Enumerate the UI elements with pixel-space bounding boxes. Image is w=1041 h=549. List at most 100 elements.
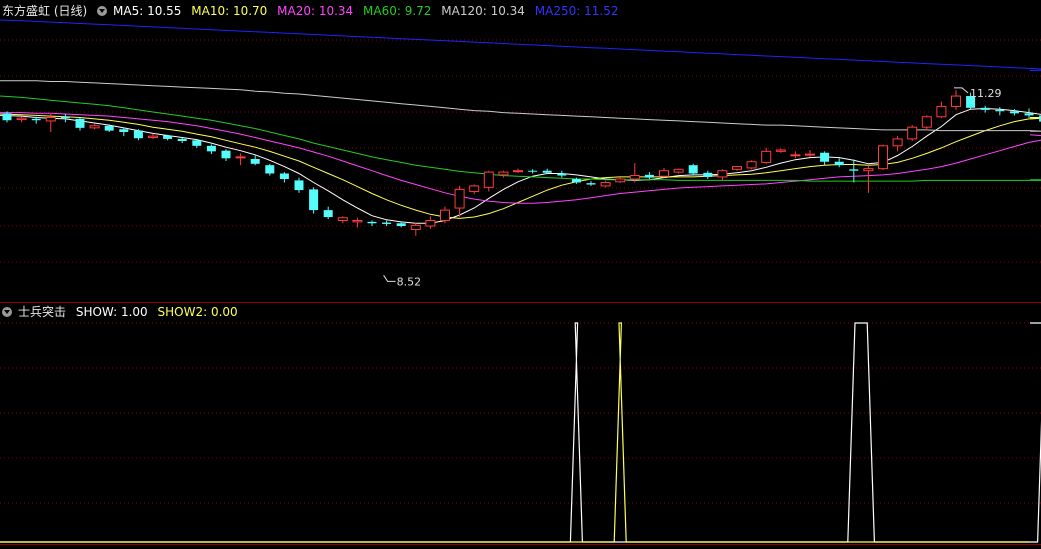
candle [820, 151, 830, 166]
candle [775, 148, 786, 153]
candle-body [907, 126, 918, 140]
candle-body [309, 189, 319, 211]
candle-body [571, 179, 581, 183]
candle-body [951, 95, 961, 107]
candle-body [454, 188, 465, 209]
candle [761, 147, 772, 164]
candle-body [75, 118, 85, 128]
candle [163, 134, 173, 141]
candle [367, 220, 377, 227]
candle [936, 101, 947, 119]
ma250-value: MA250: 11.52 [534, 4, 619, 18]
candle-body [148, 135, 158, 139]
candle-body [119, 129, 129, 132]
candle-body [235, 156, 246, 159]
candle-body [410, 224, 421, 230]
candle-body [834, 161, 844, 166]
candle-body [775, 149, 786, 152]
candle-body [2, 113, 12, 121]
candle [863, 165, 874, 193]
candle [235, 153, 246, 166]
show-line [0, 322, 1041, 543]
candle [294, 177, 304, 193]
candle-body [761, 150, 772, 163]
candle-body [659, 170, 669, 177]
candle-body [746, 161, 757, 169]
candle [483, 170, 494, 192]
indicator-lines [0, 322, 1041, 543]
candle [732, 165, 742, 171]
candle-body [294, 180, 304, 191]
candle [878, 144, 888, 171]
show-value: SHOW: 1.00 [75, 305, 148, 319]
candle-body [790, 154, 801, 157]
candle-body [878, 145, 888, 170]
candle-body [367, 221, 377, 224]
candle [673, 168, 684, 174]
candle [119, 127, 129, 137]
ma120-value: MA120: 10.34 [441, 4, 525, 18]
show2-value: SHOW2: 0.00 [157, 305, 238, 319]
candle [615, 177, 626, 184]
candle-body [717, 170, 728, 178]
indicator-panel-header: 士兵突击 SHOW: 1.00 SHOW2: 0.00 [2, 302, 244, 322]
candle-body [45, 116, 56, 122]
collapse-toggle-icon[interactable] [97, 6, 108, 16]
candle-body [820, 152, 830, 162]
candle-body [936, 105, 947, 118]
candle-body [16, 117, 27, 121]
candle-body [396, 223, 406, 227]
candle [790, 151, 801, 159]
candle-body [352, 219, 363, 223]
stock-title: 东方盛虹 (日线) [2, 4, 88, 18]
candle-body [586, 183, 596, 185]
candle [89, 123, 100, 130]
candle [250, 155, 260, 166]
ma60-value: MA60: 9.72 [363, 4, 432, 18]
candle [60, 114, 70, 123]
candle-body [221, 150, 231, 159]
candle [951, 89, 961, 110]
candle-body [513, 170, 523, 173]
ma5-value: MA5: 10.55 [113, 4, 182, 18]
candle-body [425, 219, 436, 227]
candle [892, 136, 903, 152]
chart-canvas: 11.29 8.52 [0, 19, 1041, 543]
candle [337, 216, 348, 224]
candle [323, 206, 333, 220]
show2-line [0, 322, 1030, 543]
candle-body [732, 166, 742, 170]
candle-body [863, 168, 874, 172]
candle [688, 163, 698, 176]
candle-body [995, 109, 1005, 112]
candle [75, 117, 85, 131]
indicator-name: 士兵突击 [18, 305, 67, 319]
candle-body [104, 125, 114, 131]
candle-body [31, 118, 41, 121]
candle-body [703, 172, 713, 177]
candle-body [615, 178, 626, 183]
candle-body [133, 130, 143, 139]
ma10-value: MA10: 10.70 [191, 4, 268, 18]
candle-body [528, 170, 538, 172]
candle-body [805, 153, 815, 156]
candle [586, 181, 596, 186]
candle-body [644, 174, 654, 178]
candle-body [382, 222, 392, 224]
candle [396, 221, 406, 228]
candle [148, 134, 158, 139]
collapse-toggle-icon[interactable] [2, 307, 12, 317]
candle [410, 222, 421, 236]
candle [921, 115, 932, 131]
candle-body [542, 170, 552, 173]
candle [221, 149, 231, 162]
candle-body [1009, 111, 1019, 114]
candle [16, 116, 27, 123]
candle [265, 163, 275, 176]
candle [206, 144, 216, 155]
candle-body [60, 116, 70, 119]
candle-body [206, 145, 216, 152]
candle-body [192, 140, 202, 146]
low-marker-arrow [383, 275, 396, 282]
ma250-line [0, 19, 1041, 71]
